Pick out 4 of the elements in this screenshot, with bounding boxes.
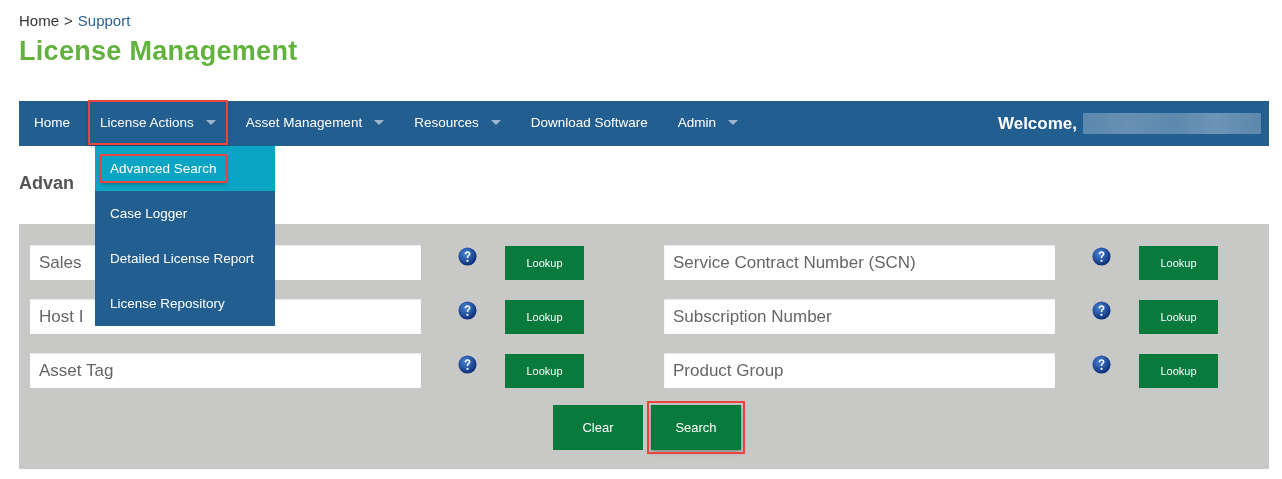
- breadcrumb-separator: >: [64, 11, 73, 29]
- welcome-text: Welcome,: [997, 113, 1077, 134]
- section-heading: Advan: [19, 173, 74, 194]
- page-title: License Management: [19, 36, 299, 68]
